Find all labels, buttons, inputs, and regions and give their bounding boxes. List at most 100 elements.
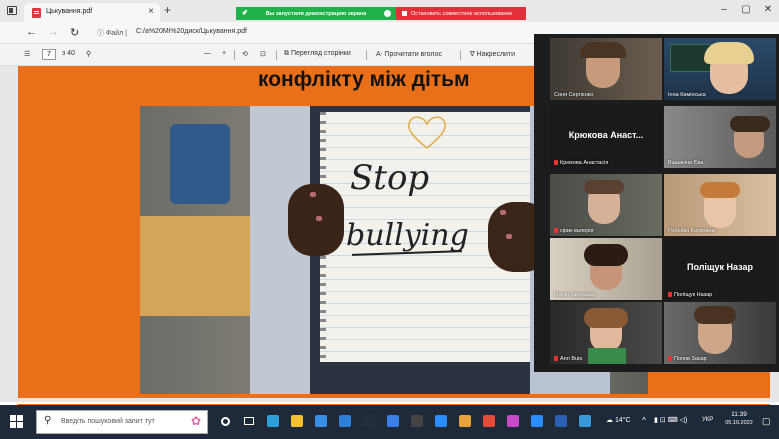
pdf-icon [32, 8, 41, 18]
close-button[interactable]: ✕ [757, 4, 779, 15]
heart-icon [408, 116, 446, 150]
video-tile[interactable]: сірик валерія [550, 174, 662, 236]
pin-icon[interactable]: ✐ [242, 9, 248, 17]
zoom-icon[interactable] [432, 412, 450, 430]
notification-icon[interactable]: ▢ [762, 416, 771, 427]
flamingo-icon: ✿ [190, 414, 201, 428]
divider [276, 50, 277, 60]
mic-muted-icon [554, 228, 558, 233]
participant-name: Крюкова Анастасія [554, 160, 608, 166]
video-tile[interactable]: Крюкова Анаст... Крюкова Анастасія [550, 106, 662, 168]
word-icon[interactable] [552, 412, 570, 430]
divider [366, 50, 367, 60]
new-tab-button[interactable]: + [164, 3, 171, 17]
participant-name: Попов Захар [668, 356, 707, 362]
taskbar-search-box[interactable]: ⚲ Введіть пошуковий запит тут ✿ [36, 410, 208, 434]
maximize-button[interactable]: ▢ [735, 4, 757, 15]
share-notice: ✐ Вы запустили демонстрацию экрана [236, 7, 396, 20]
zoom-meeting-icon[interactable] [528, 412, 546, 430]
tray-icons[interactable]: ▮ ⊡ ⌨ ◁) [654, 416, 687, 424]
task-view-icon[interactable] [240, 412, 258, 430]
back-arrow-icon[interactable]: ← [26, 26, 37, 38]
participant-hair [700, 182, 740, 198]
file-explorer-icon[interactable] [288, 412, 306, 430]
snip-icon[interactable] [504, 412, 522, 430]
rotate-icon[interactable]: ⟲ [242, 50, 248, 58]
window-controls: – ▢ ✕ [713, 4, 779, 15]
tab-actions-icon[interactable] [7, 6, 17, 15]
participant-hair [704, 42, 754, 64]
mic-muted-icon [668, 292, 672, 297]
video-tile[interactable]: Ann Buts [550, 302, 662, 364]
draw-button[interactable]: ∇ Накреслити [470, 50, 515, 58]
cortana-icon[interactable] [216, 412, 234, 430]
participant-name: Вашакіна Єва [668, 160, 704, 166]
participant-name-large: Поліщук Назар [686, 262, 754, 272]
participant-shirt [588, 348, 626, 364]
browser-tab[interactable]: Цькування.pdf × [24, 3, 160, 22]
participant-hair [730, 116, 770, 132]
site-info[interactable]: ⓘ Файл | [97, 28, 127, 38]
video-tile[interactable]: Інна Камінська [664, 38, 776, 100]
minimize-button[interactable]: – [713, 4, 735, 15]
stop-sharing-label: Остановить совместное использование [411, 10, 513, 17]
page-view-button[interactable]: ⧉ Перегляд сторінки [284, 50, 351, 58]
page-number-input[interactable]: 7 [42, 49, 56, 60]
clock[interactable]: 11:39 05.10.2022 [722, 411, 756, 426]
participant-hair [584, 244, 628, 266]
zoom-out-button[interactable]: — [204, 50, 211, 57]
amazon-icon[interactable] [360, 412, 378, 430]
participant-name: Соня Сергієнко [554, 92, 594, 98]
divider [460, 50, 461, 60]
zoom-gallery-panel[interactable]: Соня Сергієнко Інна Камінська Крюкова Ан… [534, 34, 779, 372]
video-tile[interactable]: Соня Сергієнко [550, 38, 662, 100]
address-url[interactable]: C:/a%20Mi%20диск/Цькування.pdf [136, 28, 247, 35]
tray-chevron-icon[interactable]: ^ [642, 416, 646, 425]
weather-temp: 14°C [614, 417, 631, 424]
windows-start-icon[interactable] [10, 415, 23, 428]
video-tile[interactable]: Поліщук Назар Поліщук Назар [664, 238, 776, 300]
screen-share-banner: ✐ Вы запустили демонстрацию экрана Остан… [236, 7, 526, 20]
shield-icon [384, 10, 391, 17]
video-tile[interactable]: Робейко Катерина [664, 174, 776, 236]
video-tile-active-speaker[interactable]: Марія Гарецька [550, 238, 662, 300]
video-tile[interactable]: Попов Захар [664, 302, 776, 364]
photo-nail [316, 216, 322, 221]
stop-sharing-button[interactable]: Остановить совместное использование [396, 7, 526, 20]
read-aloud-label: Прочитати вголос [384, 51, 442, 58]
edge-icon[interactable] [264, 412, 282, 430]
page-total: з 40 [62, 50, 75, 57]
mic-muted-icon [554, 356, 558, 361]
security-icon[interactable] [384, 412, 402, 430]
chrome-icon[interactable] [456, 412, 474, 430]
participant-hair [580, 42, 626, 58]
refresh-icon[interactable]: ↻ [70, 26, 79, 39]
tab-close-icon[interactable]: × [148, 6, 154, 17]
taskbar-apps [216, 412, 594, 432]
video-tile[interactable]: Вашакіна Єва [664, 106, 776, 168]
participant-name: Робейко Катерина [668, 228, 715, 234]
mic-muted-icon [554, 160, 558, 165]
forward-arrow-icon[interactable]: → [48, 26, 59, 38]
browser-title-bar: Цькування.pdf × + ✐ Вы запустили демонст… [0, 0, 779, 22]
fit-page-icon[interactable]: ⊡ [260, 50, 266, 58]
obs-icon[interactable] [408, 412, 426, 430]
share-notice-text: Вы запустили демонстрацию экрана [265, 10, 367, 17]
participant-hair [694, 306, 736, 324]
participant-name: сірик валерія [554, 228, 593, 234]
read-aloud-button[interactable]: Aᐧ Прочитати вголос [376, 50, 442, 58]
mic-muted-icon [668, 356, 672, 361]
participant-name: Марія Гарецька [554, 292, 594, 298]
language-indicator[interactable]: УКР [702, 417, 713, 423]
mail-icon[interactable] [336, 412, 354, 430]
search-icon[interactable]: ⚲ [86, 50, 91, 58]
slide-title: конфлікту між дітьм [258, 68, 470, 91]
photos-icon[interactable] [576, 412, 594, 430]
zoom-in-button[interactable]: + [222, 50, 226, 57]
foxit-icon[interactable] [480, 412, 498, 430]
photo-nail [500, 210, 506, 215]
contents-icon[interactable]: ☰ [24, 50, 30, 58]
search-input[interactable]: Введіть пошуковий запит тут [61, 418, 155, 425]
store-icon[interactable] [312, 412, 330, 430]
weather-icon[interactable]: ☁ 14°C [606, 416, 631, 424]
